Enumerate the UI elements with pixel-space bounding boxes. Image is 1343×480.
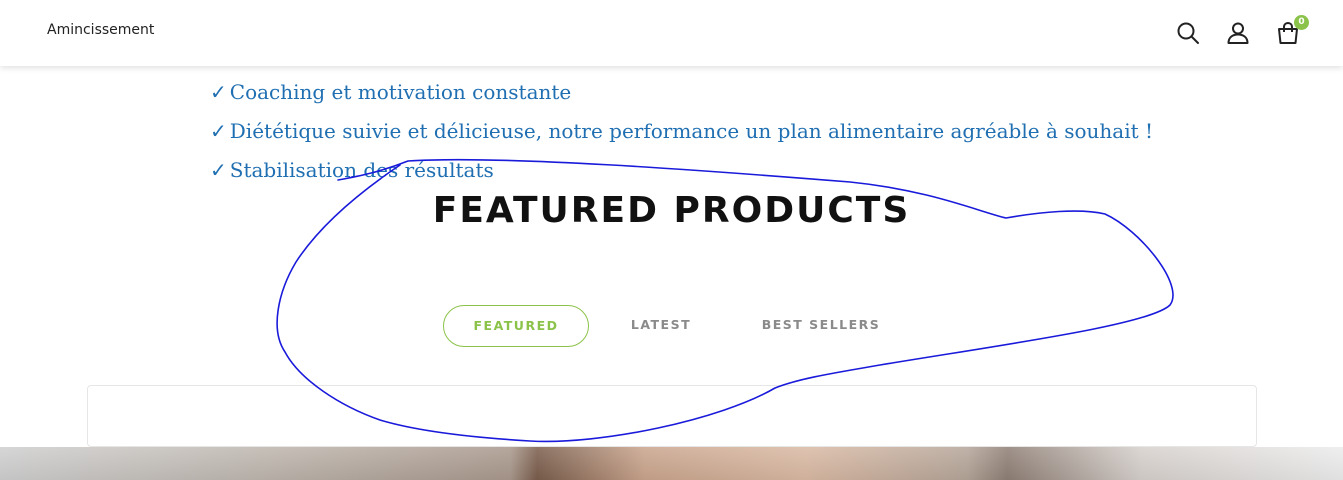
- check-icon: ✓: [210, 80, 227, 104]
- product-panel: [87, 385, 1257, 447]
- hero-banner-overlay: [0, 447, 1343, 480]
- feature-item: ✓ Coaching et motivation constante: [210, 76, 1153, 115]
- search-icon[interactable]: [1175, 20, 1201, 46]
- check-icon: ✓: [210, 158, 227, 182]
- nav-link-amincissement[interactable]: Amincissement: [47, 22, 154, 38]
- tab-latest[interactable]: LATEST: [610, 305, 712, 347]
- check-icon: ✓: [210, 119, 227, 143]
- cart-count-badge: 0: [1294, 15, 1309, 30]
- section-title: FEATURED PRODUCTS: [432, 190, 911, 231]
- site-header: Amincissement 0: [0, 0, 1343, 66]
- tab-featured[interactable]: FEATURED: [443, 305, 589, 347]
- feature-item: ✓ Diététique suivie et délicieuse, notre …: [210, 115, 1153, 154]
- tab-best-sellers[interactable]: BEST SELLERS: [748, 305, 894, 347]
- feature-text: Stabilisation des résultats: [229, 158, 494, 182]
- feature-list: ✓ Coaching et motivation constante ✓ Diété…: [210, 76, 1153, 193]
- feature-item: ✓ Stabilisation des résultats: [210, 154, 1153, 193]
- feature-text: Diététique suivie et délicieuse, notre p…: [229, 119, 1154, 143]
- user-icon[interactable]: [1225, 20, 1251, 46]
- feature-text: Coaching et motivation constante: [229, 80, 572, 104]
